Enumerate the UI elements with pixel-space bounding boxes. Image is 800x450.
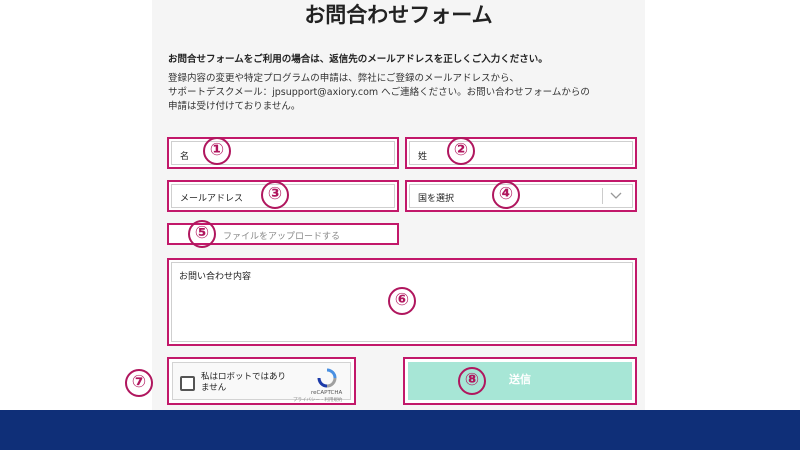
chevron-down-icon[interactable] xyxy=(602,188,625,204)
country-placeholder: 国を選択 xyxy=(418,194,455,204)
intro-text: 登録内容の変更や特定プログラムの申請は、弊社にご登録のメールアドレスから、 サポ… xyxy=(168,72,638,114)
message-placeholder: お問い合わせ内容 xyxy=(179,272,252,282)
marker-2: ② xyxy=(447,137,475,165)
marker-6: ⑥ xyxy=(388,287,416,315)
captcha-label: 私はロボットではありません xyxy=(201,372,287,393)
marker-5: ⑤ xyxy=(188,220,216,248)
submit-button[interactable]: 送信 xyxy=(408,362,632,400)
upload-label: ファイルをアップロードする xyxy=(223,232,341,242)
recaptcha-links[interactable]: プライバシー - 利用規約 xyxy=(293,397,342,403)
first-name-placeholder: 名 xyxy=(180,152,190,162)
last-name-field[interactable]: 姓 xyxy=(405,137,637,169)
submit-button-frame: 送信 xyxy=(403,357,637,405)
intro-line: 登録内容の変更や特定プログラムの申請は、弊社にご登録のメールアドレスから、 xyxy=(168,73,520,84)
intro-notice: お問合せフォームをご利用の場合は、返信先のメールアドレスを正しくご入力ください。 xyxy=(168,54,548,65)
intro-line: 申請は受け付けておりません。 xyxy=(168,101,301,112)
first-name-field[interactable]: 名 xyxy=(167,137,399,169)
recaptcha-icon xyxy=(317,368,337,392)
footer-bar xyxy=(0,410,800,450)
marker-4: ④ xyxy=(492,181,520,209)
marker-8: ⑧ xyxy=(458,367,486,395)
marker-1: ① xyxy=(203,137,231,165)
recaptcha-brand: reCAPTCHA xyxy=(311,390,343,396)
marker-3: ③ xyxy=(261,181,289,209)
captcha-widget: 私はロボットではありません reCAPTCHA プライバシー - 利用規約 xyxy=(167,357,356,405)
marker-7: ⑦ xyxy=(125,369,153,397)
email-placeholder: メールアドレス xyxy=(180,194,244,204)
intro-line: サポートデスクメール：jpsupport@axiory.com へご連絡ください… xyxy=(168,87,590,98)
captcha-checkbox[interactable] xyxy=(180,376,195,391)
country-select[interactable]: 国を選択 xyxy=(405,180,637,212)
page-title: お問合わせフォーム xyxy=(304,3,493,27)
last-name-placeholder: 姓 xyxy=(418,152,428,162)
